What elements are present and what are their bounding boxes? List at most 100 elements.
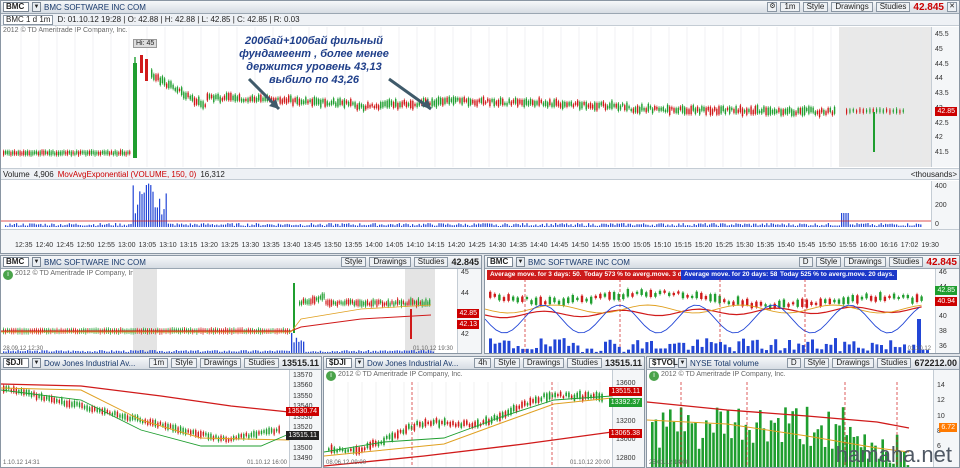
candle	[621, 103, 624, 106]
panel4-studies-button[interactable]: Studies	[244, 358, 279, 368]
volume-bar	[229, 223, 231, 227]
candle	[724, 109, 727, 114]
candle	[279, 97, 281, 104]
main-price-chart[interactable]	[1, 27, 931, 167]
volume-bar	[319, 350, 322, 353]
volume-bar	[271, 224, 273, 227]
panel4-style-button[interactable]: Style	[171, 358, 197, 368]
panel3-chart[interactable]	[485, 269, 937, 354]
panel3-drawings-button[interactable]: Drawings	[844, 257, 886, 267]
hi-marker: Hi: 45	[133, 39, 158, 48]
candle	[497, 99, 500, 107]
volume-bar	[676, 225, 678, 227]
panel5-studies-button[interactable]: Studies	[567, 358, 602, 368]
panel3-date-right: 01.10.12	[907, 346, 931, 352]
panel5-style-button[interactable]: Style	[494, 358, 520, 368]
volume-bar	[748, 223, 750, 227]
studies-button[interactable]: Studies	[875, 2, 911, 12]
candle	[570, 101, 572, 106]
panel6-tag1: 6.72	[939, 423, 957, 432]
axis-tick: 38	[939, 328, 947, 336]
candle	[200, 101, 202, 107]
candle	[300, 99, 303, 105]
close-icon[interactable]: ✕	[947, 2, 957, 12]
candle	[376, 300, 378, 307]
panel3-symbol-input[interactable]: BMC	[487, 257, 513, 267]
volume-bar	[898, 347, 902, 353]
volume-bar	[110, 225, 112, 227]
candle	[285, 98, 288, 104]
candle	[463, 97, 465, 103]
time-tick: 15:10	[653, 242, 672, 249]
volume-bar	[106, 223, 108, 227]
panel2-style-button[interactable]: Style	[340, 257, 367, 267]
panel2-symbol-input[interactable]: BMC	[3, 257, 29, 267]
candle	[290, 95, 292, 102]
candle	[195, 99, 198, 105]
volume-bar	[891, 223, 893, 227]
panel6-symbol-input[interactable]: $TVOL	[649, 358, 678, 368]
panel6-interval-button[interactable]: D	[786, 358, 801, 368]
panel4-interval-button[interactable]: 1m	[149, 358, 169, 368]
volume-bar	[440, 223, 442, 227]
dropdown-icon[interactable]: ▼	[32, 358, 41, 368]
panel3-studies-button[interactable]: Studies	[888, 257, 924, 267]
volume-bar	[722, 223, 724, 227]
candle	[67, 150, 69, 155]
volume-bar	[623, 223, 625, 227]
time-tick: 12:50	[76, 242, 95, 249]
panel5-chart[interactable]	[324, 370, 614, 468]
panel6-style-button[interactable]: Style	[803, 358, 830, 368]
panel6-drawings-button[interactable]: Drawings	[832, 358, 874, 368]
candle	[331, 300, 333, 306]
volume-chart[interactable]	[1, 181, 931, 229]
dropdown-icon[interactable]: ▼	[678, 358, 687, 368]
panel5-drawings-button[interactable]: Drawings	[522, 358, 565, 368]
panel2-studies-button[interactable]: Studies	[413, 257, 449, 267]
panel4-drawings-button[interactable]: Drawings	[199, 358, 242, 368]
volume-bar	[346, 350, 348, 353]
candle	[24, 151, 27, 156]
panel5-symbol-input[interactable]: $DJI	[326, 358, 352, 368]
candle	[846, 297, 850, 304]
time-tick: 13:25	[221, 242, 239, 249]
panel6-studies-button[interactable]: Studies	[876, 358, 912, 368]
dropdown-icon[interactable]: ▼	[32, 257, 41, 267]
volume-bar	[24, 225, 26, 227]
panel3-style-button[interactable]: Style	[815, 257, 842, 267]
interval-button[interactable]: 1m	[780, 2, 800, 12]
volume-bar	[354, 225, 356, 227]
volume-bar	[687, 225, 689, 227]
volume-bar	[57, 225, 59, 227]
candle	[78, 402, 81, 407]
dropdown-icon[interactable]: ▼	[355, 358, 364, 368]
candle	[499, 97, 502, 105]
link-icon[interactable]: ⚙	[767, 2, 778, 12]
volume-bar	[847, 344, 851, 353]
time-tick: 14:25	[468, 242, 486, 249]
panel2-drawings-button[interactable]: Drawings	[369, 257, 411, 267]
panel2-chart[interactable]	[1, 269, 459, 354]
volume-bar	[631, 344, 635, 353]
volume-bar	[328, 223, 330, 227]
panel5-interval-button[interactable]: 4h	[474, 358, 492, 368]
panel4-chart[interactable]	[1, 370, 291, 468]
drawings-button[interactable]: Drawings	[831, 2, 873, 12]
candle	[43, 150, 45, 155]
symbol-input[interactable]: BMC	[3, 2, 29, 12]
candle	[76, 401, 78, 406]
candle	[240, 434, 242, 438]
symbol-dropdown-icon[interactable]: ▼	[32, 2, 41, 12]
panel4-date-right: 01.10.12 16:00	[246, 460, 287, 466]
panel3-interval-button[interactable]: D	[798, 257, 813, 267]
volume-bar	[704, 223, 706, 227]
candle	[386, 100, 388, 108]
style-button[interactable]: Style	[802, 2, 829, 12]
volume-bar	[192, 350, 194, 353]
candle	[750, 106, 752, 115]
panel3-tag2: 40.94	[935, 297, 957, 306]
candle	[330, 100, 333, 105]
dropdown-icon[interactable]: ▼	[516, 257, 525, 267]
panel4-symbol-input[interactable]: $DJI	[3, 358, 29, 368]
candle	[260, 430, 263, 434]
